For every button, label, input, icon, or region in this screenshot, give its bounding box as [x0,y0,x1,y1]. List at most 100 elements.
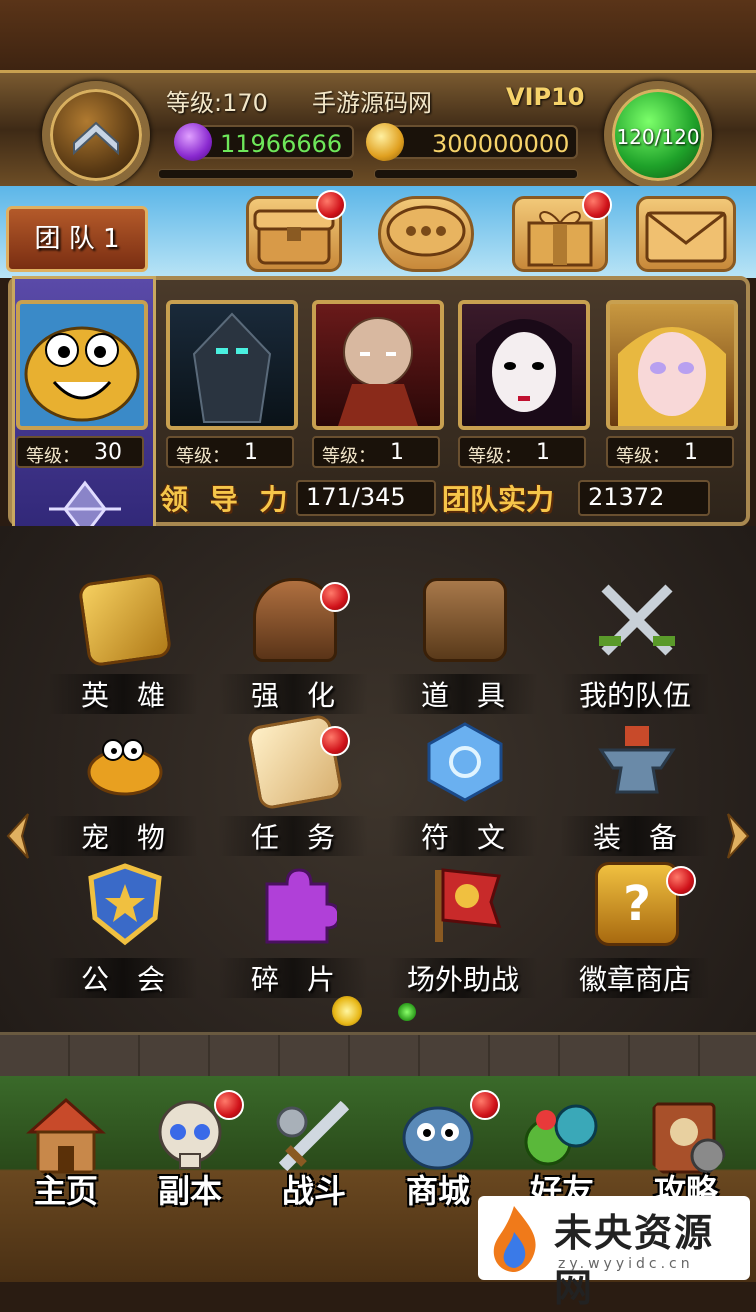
page-right-arrow-icon[interactable] [726,812,750,860]
menu-label: 场外助战 [388,958,538,998]
level-label: 等级： [26,446,80,467]
notification-badge [582,190,612,220]
flame-logo-icon [493,1206,536,1272]
level-label: 等级： [616,446,670,467]
menu-pets[interactable]: 宠 物 [48,720,198,856]
level-label: 等级： [468,446,522,467]
mail-button[interactable] [636,196,736,272]
menu-items[interactable]: 道 具 [388,578,538,714]
level-value: 1 [684,440,698,465]
top-frame [0,0,756,78]
menu-label: 英 雄 [48,674,198,714]
nav-label: 战斗 [281,1172,346,1210]
team-power-label: 团队实力 [442,483,555,516]
elf-girl-icon [618,327,726,426]
player-header: 等级:170 手游源码网 VIP10 11966666 300000000 12… [0,70,756,190]
level-label: 等级： [322,446,376,467]
menu-heroes[interactable]: 英 雄 [48,572,198,714]
crystal-icon [174,123,212,161]
gold-value: 300000000 [432,130,570,158]
level-label: 等级： [176,446,230,467]
team-power-value: 21372 [578,480,710,516]
notification-badge [320,582,350,612]
crossed-swords-icon [599,584,675,656]
menu-label: 宠 物 [48,816,198,856]
pet-creature-icon [87,739,163,796]
hero-portrait-5[interactable] [606,300,738,430]
hero-level-5: 等级： 1 [606,436,734,468]
menu-offsite-support[interactable]: 场外助战 [388,862,538,998]
bald-warrior-icon [338,317,418,426]
site-watermark: 未央资源网 zy.wyyidc.cn [478,1196,750,1310]
chat-button[interactable] [378,196,474,272]
notification-badge [316,190,346,220]
gold-counter: 300000000 [366,123,578,161]
rank-orb[interactable] [42,81,150,189]
menu-guild[interactable]: 公 会 [48,862,198,998]
menu-label: 徽章商店 [560,958,710,998]
nav-home[interactable]: 主页 [6,1092,126,1210]
menu-label: 道 具 [388,674,538,714]
notification-badge [214,1090,244,1120]
hero-portrait-2[interactable] [166,300,298,430]
crystal-value: 11966666 [220,130,343,158]
nav-guide[interactable]: 攻略 [626,1092,746,1210]
menu-equipment[interactable]: 装 备 [560,720,710,856]
menu-label: 装 备 [560,816,710,856]
menu-runes[interactable]: 符 文 [388,720,538,856]
exp-bar [158,169,354,179]
hero-level-3: 等级： 1 [312,436,440,468]
menu-label: 碎 片 [218,958,368,998]
hero-portrait-1[interactable] [16,300,148,430]
level-value: 30 [94,440,122,465]
hero-level-1: 等级： 30 [16,436,144,468]
chevron-up-icon [73,121,119,156]
page-left-arrow-icon[interactable] [6,812,30,860]
leadership-label: 领 导 力 [160,483,294,516]
tab-team[interactable]: 团 队 1 [6,206,148,272]
hero-portrait-4[interactable] [458,300,590,430]
nav-label: 主页 [33,1172,98,1210]
menu-label: 我的队伍 [560,674,710,714]
stamina-orb[interactable]: 120/120 [604,81,712,189]
menu-label: 符 文 [388,816,538,856]
backpack-icon [423,578,507,662]
menu-fragments[interactable]: 碎 片 [218,862,368,998]
fist-banner-icon [435,868,502,942]
guild-shield-icon [88,863,162,946]
mascot-face-icon [24,326,140,422]
level-value: 1 [244,440,258,465]
nav-friends[interactable]: 好友 [502,1092,622,1210]
rune-gem-icon [427,722,503,802]
nav-label: 副本 [157,1172,222,1210]
player-level: 等级:170 [166,89,268,117]
anvil-icon [598,726,676,794]
menu-my-team[interactable]: 我的队伍 [560,578,710,714]
nav-battle[interactable]: 战斗 [254,1092,374,1210]
vip-level: VIP10 [506,83,585,111]
server-name: 手游源码网 [312,89,432,117]
level-value: 1 [390,440,404,465]
geisha-icon [476,319,572,426]
leadership-value: 171/345 [296,480,436,516]
menu-label: 公 会 [48,958,198,998]
envelope-icon [645,211,727,263]
hero-portrait-3[interactable] [312,300,444,430]
hero-level-4: 等级： 1 [458,436,586,468]
menu-label: 任 务 [218,816,368,856]
watermark-url: zy.wyyidc.cn [558,1256,694,1272]
gold-coin-icon [366,123,404,161]
page-dot-active[interactable] [332,996,362,1026]
level-value: 1 [536,440,550,465]
stone-ledge [0,1032,756,1076]
page-dot[interactable] [398,1003,416,1021]
hero-book-icon [77,572,173,668]
crystal-counter: 11966666 [174,123,354,161]
notification-badge [320,726,350,756]
notification-badge [666,866,696,896]
dark-knight-icon [192,312,272,423]
notification-badge [470,1090,500,1120]
puzzle-piece-icon [265,868,337,944]
menu-label: 强 化 [218,674,368,714]
exp-bar-2 [374,169,578,179]
